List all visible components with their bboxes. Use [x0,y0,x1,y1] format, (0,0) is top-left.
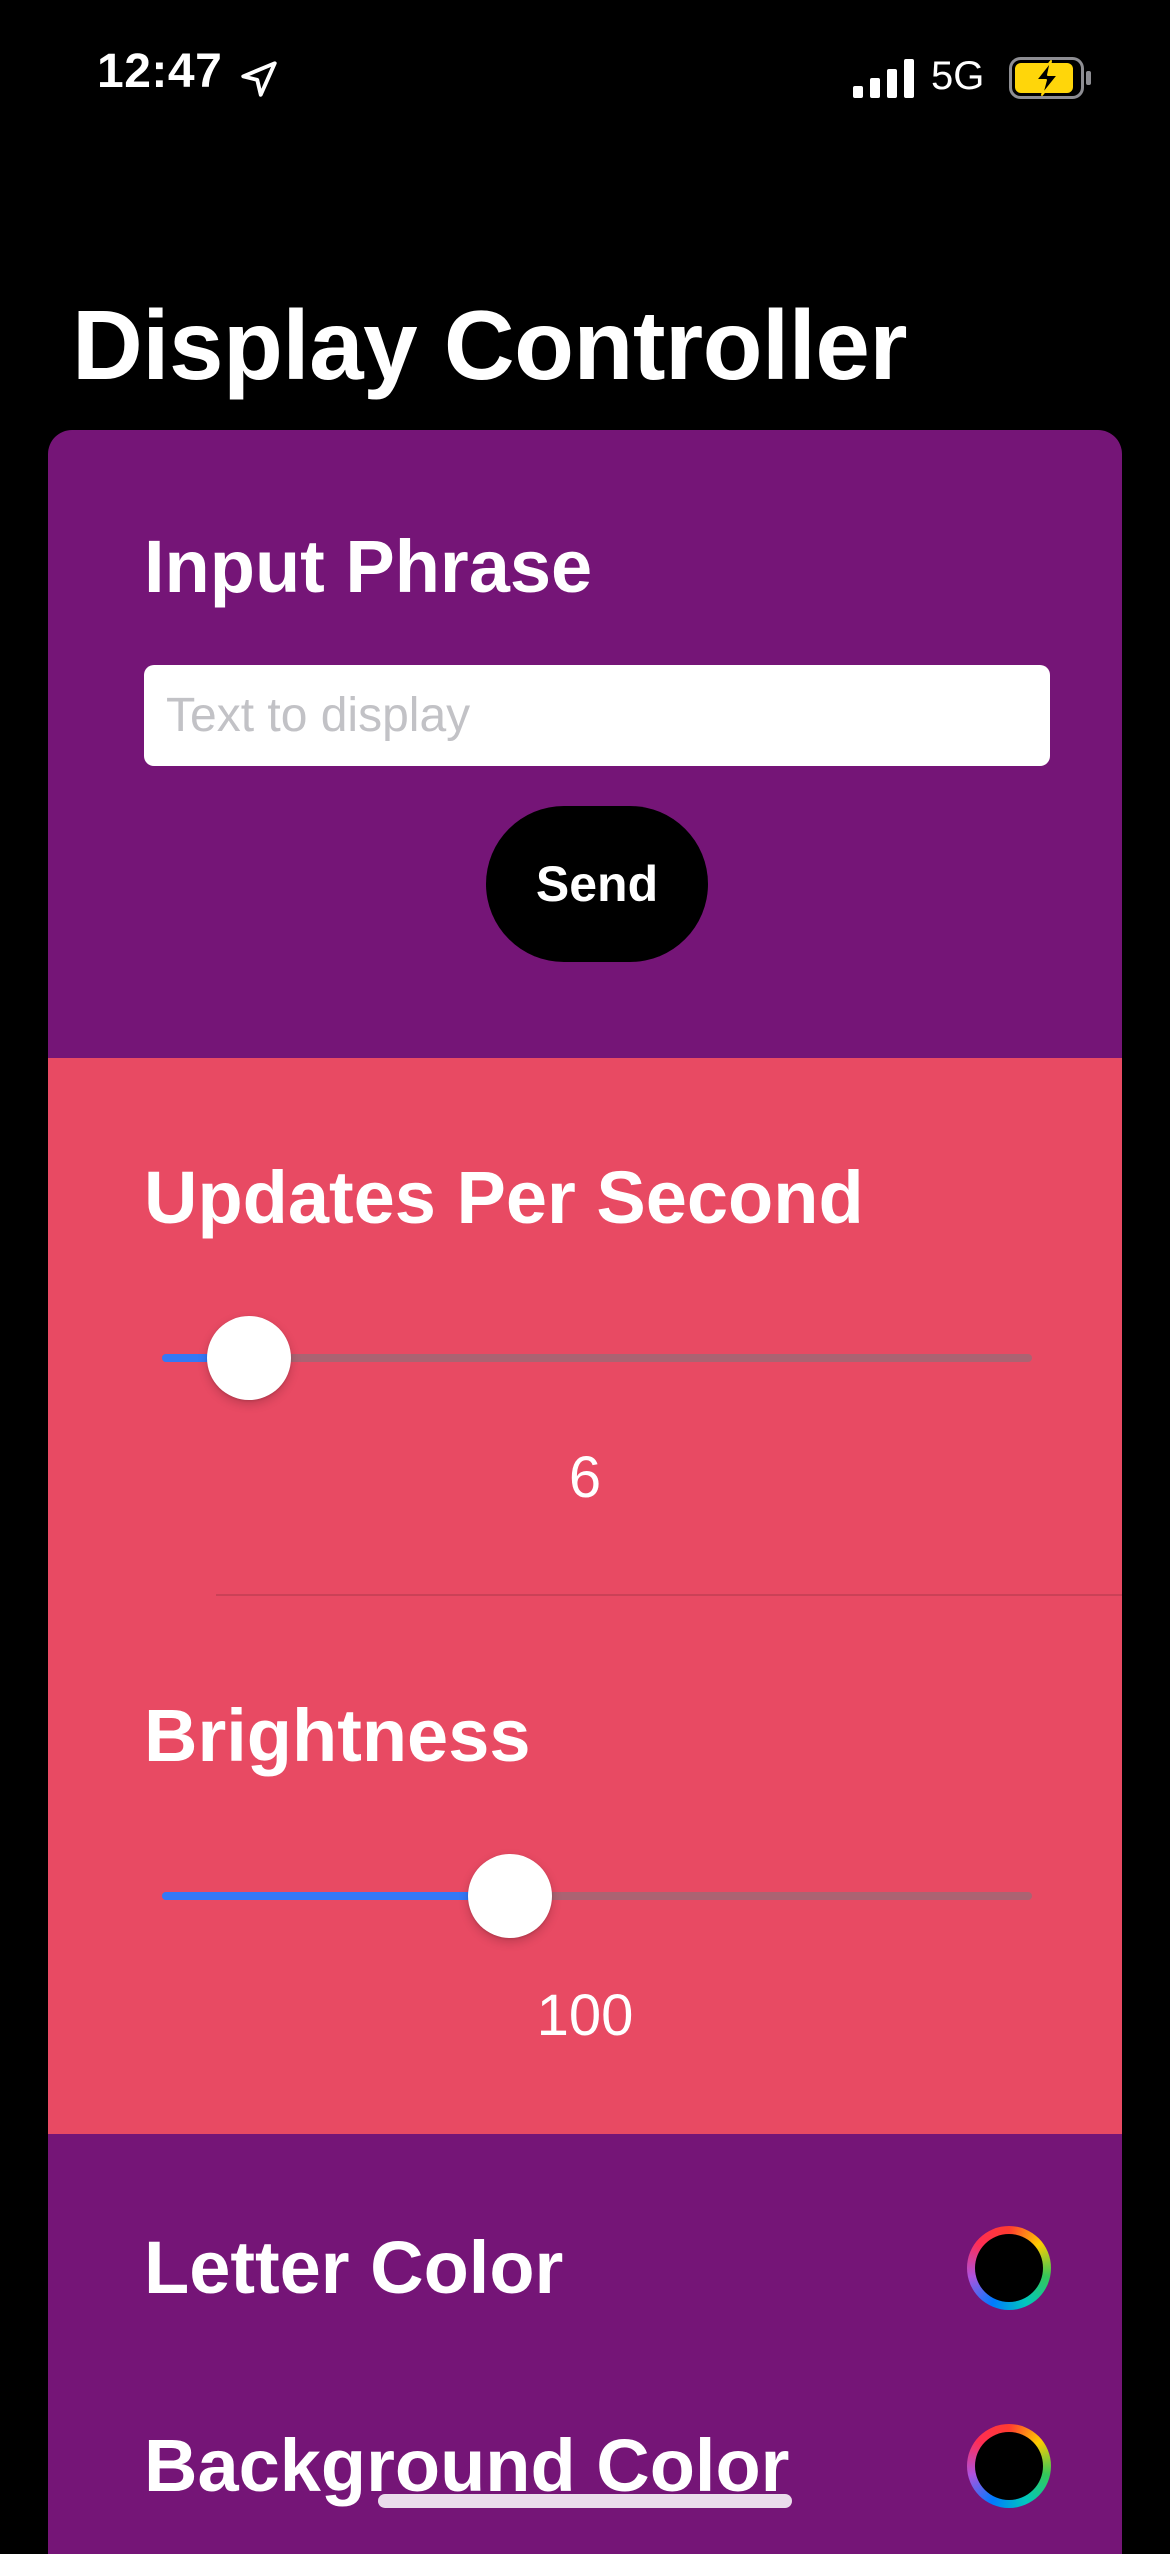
section-divider [216,1594,1122,1596]
letter-color-label: Letter Color [144,2226,564,2309]
background-color-swatch [975,2432,1043,2500]
page-title: Display Controller [72,290,908,400]
letter-color-swatch [975,2234,1043,2302]
send-button[interactable]: Send [486,806,708,962]
updates-per-second-slider[interactable] [162,1316,1032,1400]
home-indicator [378,2494,792,2508]
location-arrow-icon [241,61,277,97]
cellular-signal-icon [853,59,914,98]
updates-per-second-heading: Updates Per Second [144,1156,864,1239]
sliders-card: Updates Per Second 6 Brightness 100 [48,1058,1122,2134]
input-phrase-heading: Input Phrase [144,525,593,608]
status-time: 12:47 [97,45,223,98]
background-color-picker[interactable] [967,2424,1051,2508]
brightness-slider-fill [162,1892,510,1900]
battery-charging-icon [1009,57,1091,99]
brightness-heading: Brightness [144,1694,531,1777]
network-type: 5G [931,54,985,98]
brightness-slider-thumb[interactable] [468,1854,552,1938]
letter-color-picker[interactable] [967,2226,1051,2310]
brightness-value: 100 [536,1983,634,2048]
phrase-input[interactable] [144,665,1050,766]
status-bar: 12:47 5G [0,0,1170,150]
brightness-slider[interactable] [162,1854,1032,1938]
updates-slider-thumb[interactable] [207,1316,291,1400]
input-phrase-card: Input Phrase Send [48,430,1122,1058]
colors-card: Letter Color Background Color [48,2134,1122,2554]
updates-per-second-value: 6 [568,1445,602,1510]
